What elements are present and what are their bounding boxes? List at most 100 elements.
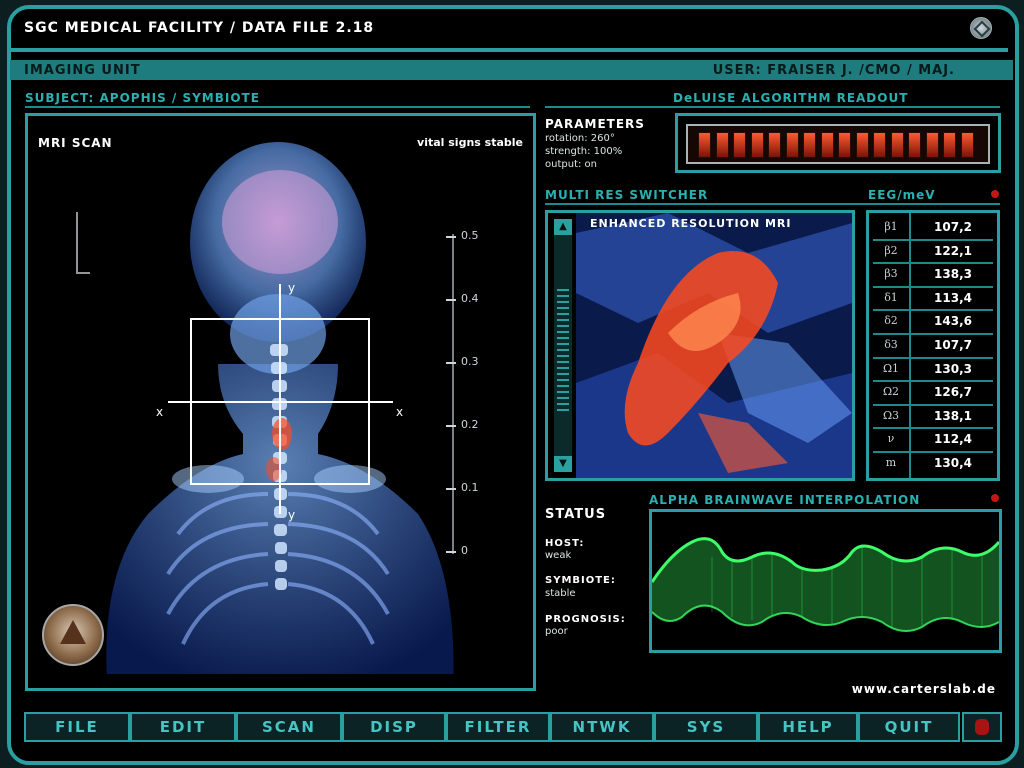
website-link[interactable]: www.carterslab.de — [852, 682, 996, 696]
menu-help-button[interactable]: HELP — [758, 712, 858, 742]
deluise-cell — [733, 132, 746, 158]
deluise-cell — [820, 132, 834, 158]
eeg-symbol: β2 — [884, 243, 898, 257]
scale-tick — [446, 236, 456, 238]
status-prognosis-value: poor — [545, 626, 568, 637]
scale-label: 0.1 — [461, 481, 479, 494]
brainwave-image — [652, 537, 999, 632]
menu-quit-button[interactable]: QUIT — [858, 712, 960, 742]
slider-grip — [557, 319, 569, 321]
slider-grip — [557, 313, 569, 315]
param-output: output: on — [545, 159, 597, 170]
menu-disp-button[interactable]: DISP — [342, 712, 446, 742]
slider-grip — [557, 343, 569, 345]
eeg-value: 126,7 — [934, 385, 972, 400]
eeg-row: Ω2 126,7 — [873, 382, 993, 402]
slider-grip — [557, 349, 569, 351]
deluise-cell — [925, 132, 939, 158]
header-bar: IMAGING UNIT USER: FRAISER J. /CMO / MAJ… — [10, 60, 1013, 80]
menu-edit-button[interactable]: EDIT — [130, 712, 236, 742]
enhanced-mri-image — [576, 213, 852, 478]
slider-up-button[interactable]: ▲ — [554, 219, 572, 235]
deluise-cell — [908, 132, 921, 158]
eeg-symbol: δ1 — [884, 290, 898, 304]
power-icon[interactable] — [962, 712, 1002, 742]
menu-file-button[interactable]: FILE — [24, 712, 130, 742]
eeg-table: β1 107,2 β2 122,1 β3 138,3 δ1 113,4 δ2 143,6 δ3 107… — [866, 210, 1000, 481]
scale-label: 0.2 — [461, 418, 479, 431]
scale-label: 0.5 — [461, 229, 479, 242]
eeg-symbol: δ3 — [884, 338, 898, 351]
alpha-alert-icon — [991, 494, 999, 502]
scale-line — [452, 234, 454, 554]
eeg-symbol: m — [885, 456, 897, 469]
slider-grip — [557, 355, 569, 357]
status-host-key: HOST: — [545, 538, 585, 549]
eeg-value: 138,3 — [934, 267, 972, 282]
deluise-title: DeLUISE ALGORITHM READOUT — [673, 91, 909, 105]
deluise-cell — [838, 132, 851, 158]
enhanced-resolution-title: ENHANCED RESOLUTION MRI — [590, 217, 792, 230]
eeg-symbol: β1 — [884, 220, 898, 233]
deluise-cell — [943, 132, 956, 158]
status-symbiote-value: stable — [545, 588, 576, 599]
scale-tick — [446, 488, 456, 490]
sgc-logo-icon[interactable] — [970, 17, 992, 39]
vitals-text: vital signs stable — [417, 136, 523, 149]
multires-panel[interactable]: ENHANCED RESOLUTION MRI ▲ ▼ — [545, 210, 855, 481]
scale-tick — [446, 551, 456, 553]
svg-text:y: y — [288, 508, 295, 522]
deluise-cell — [715, 132, 729, 158]
menu-scan-button[interactable]: SCAN — [236, 712, 342, 742]
slider-grip — [557, 289, 569, 291]
eeg-value: 138,1 — [934, 408, 972, 423]
eeg-value: 130,3 — [934, 361, 972, 376]
slider-grip — [557, 367, 569, 369]
status-title: STATUS — [545, 507, 607, 522]
slider-grip — [557, 391, 569, 393]
divider — [25, 106, 530, 108]
eeg-column-divider — [909, 213, 911, 478]
deluise-cell — [768, 132, 781, 158]
menu-sys-button[interactable]: SYS — [654, 712, 758, 742]
slider-grip — [557, 301, 569, 303]
eeg-row: β1 107,2 — [873, 217, 993, 237]
status-prognosis-key: PROGNOSIS: — [545, 614, 626, 625]
divider — [545, 106, 1000, 108]
title-bar: SGC MEDICAL FACILITY / DATA FILE 2.18 — [10, 8, 1008, 52]
eeg-symbol: Ω1 — [882, 361, 900, 375]
scale-tick — [446, 362, 456, 364]
param-strength: strength: 100% — [545, 146, 623, 157]
mri-body-image: y y x x — [38, 134, 518, 688]
alpha-brainwave-panel[interactable] — [649, 509, 1002, 653]
slider-grip — [557, 403, 569, 405]
slider-down-button[interactable]: ▼ — [554, 456, 572, 472]
slider-grip — [557, 337, 569, 339]
eeg-row: δ3 107,7 — [873, 335, 993, 355]
slider-grip — [557, 295, 569, 297]
eeg-symbol: ν — [887, 432, 895, 446]
eeg-symbol: Ω3 — [882, 408, 900, 422]
slider-grip — [557, 325, 569, 327]
deluise-cell — [855, 132, 869, 158]
menu-filter-button[interactable]: FILTER — [446, 712, 550, 742]
svg-text:x: x — [396, 405, 403, 419]
scale-tick — [446, 299, 456, 301]
alpha-title: ALPHA BRAINWAVE INTERPOLATION — [649, 493, 921, 507]
menu-ntwk-button[interactable]: NTWK — [550, 712, 654, 742]
resolution-slider[interactable]: ▲ ▼ — [554, 219, 572, 472]
eeg-row: ν 112,4 — [873, 429, 993, 449]
status-host-value: weak — [545, 550, 572, 561]
slider-grip — [557, 409, 569, 411]
slider-grip — [557, 307, 569, 309]
mri-scan-panel[interactable]: y y x x MRI SCAN vital signs stable 0.5 … — [25, 113, 536, 691]
eeg-value: 112,4 — [934, 432, 972, 447]
eeg-title: EEG/meV — [868, 188, 936, 202]
eeg-value: 107,2 — [934, 220, 972, 234]
deluise-cell — [873, 132, 886, 158]
window-title: SGC MEDICAL FACILITY / DATA FILE 2.18 — [24, 20, 375, 36]
bottom-menu: FILE EDIT SCAN DISP FILTER NTWK SYS HELP… — [24, 712, 1002, 742]
eeg-value: 122,1 — [934, 243, 972, 258]
eeg-value: 107,7 — [934, 338, 972, 352]
svg-text:x: x — [156, 405, 163, 419]
